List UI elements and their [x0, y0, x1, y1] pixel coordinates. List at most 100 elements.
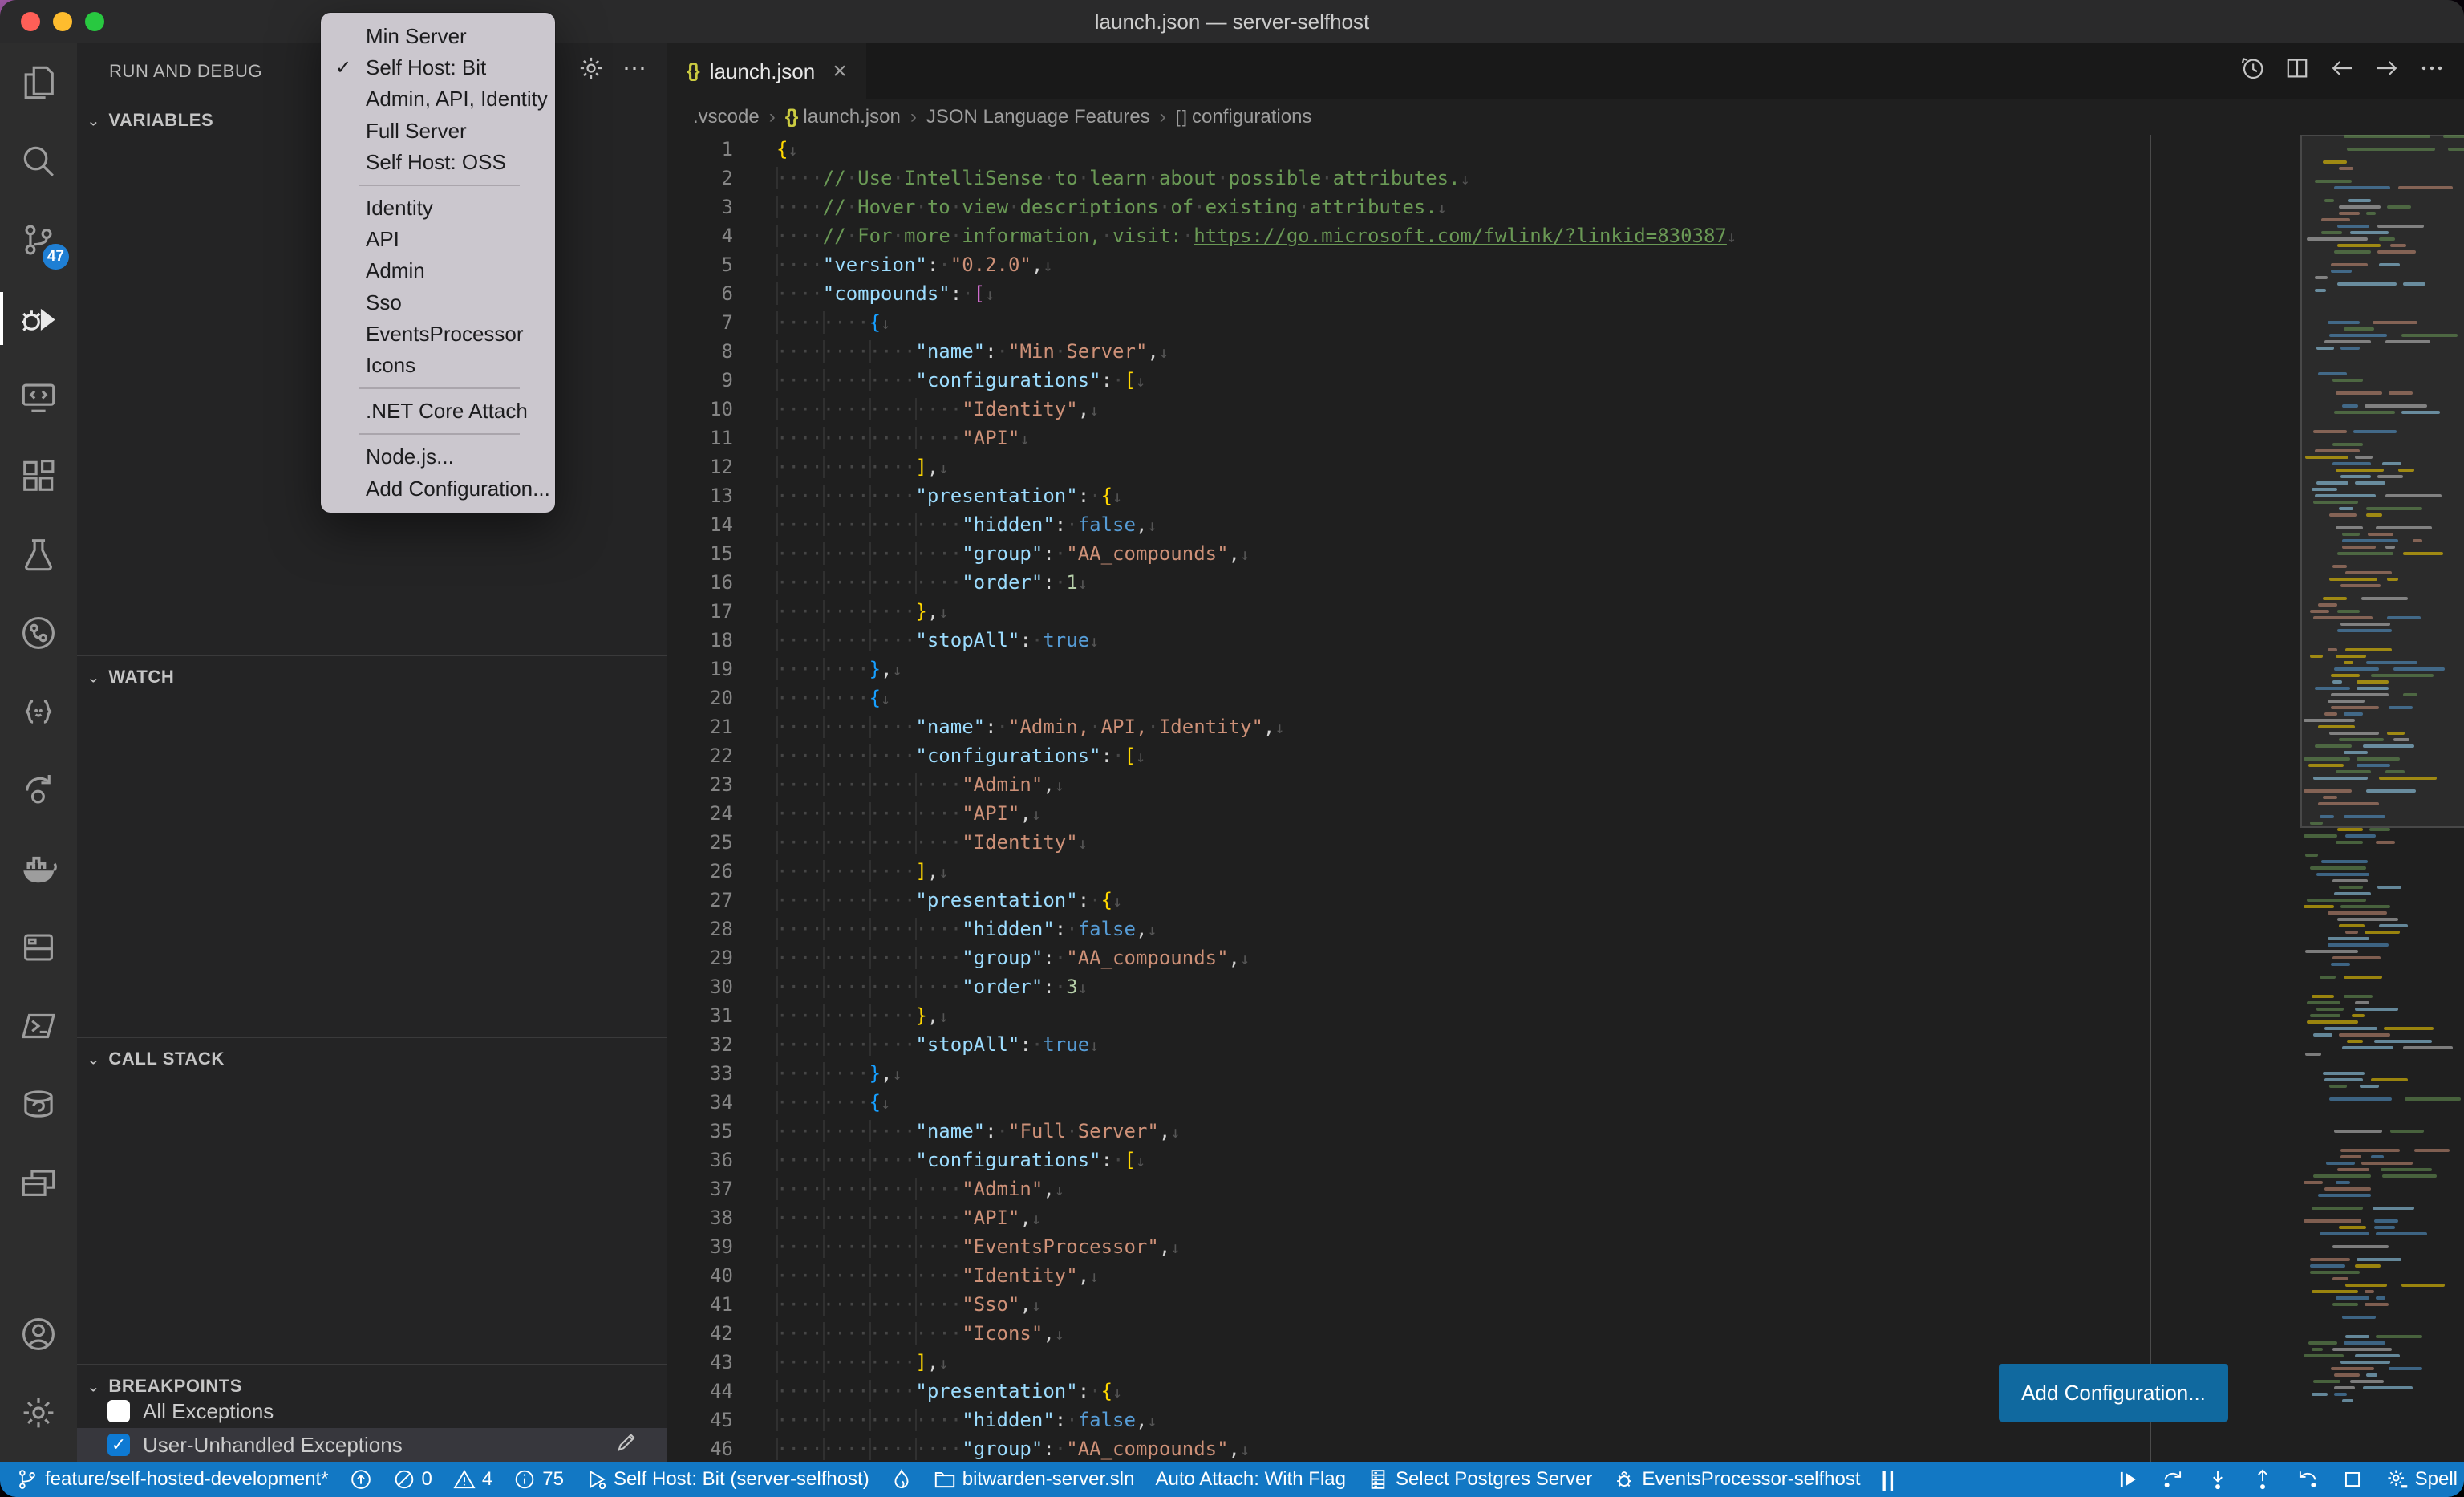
menu-item-admin-api-identity[interactable]: Admin, API, Identity	[321, 83, 555, 115]
menu-item-node-js-[interactable]: Node.js...	[321, 441, 555, 473]
sidebar-more-actions[interactable]: ⋯	[622, 55, 648, 83]
code-line[interactable]: 38················"API",↓	[667, 1203, 2294, 1232]
minimap[interactable]	[2300, 135, 2464, 1462]
code-line[interactable]: 39················"EventsProcessor",↓	[667, 1232, 2294, 1261]
menu-item-sso[interactable]: Sso	[321, 287, 555, 318]
activity-bar-item-copilot[interactable]	[0, 672, 77, 751]
maximize-window-button[interactable]	[85, 12, 104, 31]
menu-item-eventsprocessor[interactable]: EventsProcessor	[321, 318, 555, 350]
code-line[interactable]: 46················"group":·"AA_compounds…	[667, 1434, 2294, 1462]
activity-bar-item-explorer[interactable]	[0, 43, 77, 122]
menu-item-self-host-oss[interactable]: Self Host: OSS	[321, 147, 555, 178]
menu-item-full-server[interactable]: Full Server	[321, 116, 555, 147]
activity-bar-item-settings[interactable]	[0, 1373, 77, 1452]
code-line[interactable]: 17············},↓	[667, 597, 2294, 626]
breadcrumb-item[interactable]: [ ]configurations	[1176, 106, 1312, 128]
nav-back-button[interactable]	[2329, 55, 2355, 87]
code-line[interactable]: 26············],↓	[667, 857, 2294, 886]
code-line[interactable]: 37················"Admin",↓	[667, 1174, 2294, 1203]
activity-bar-item-dev-container[interactable]	[0, 908, 77, 987]
breakpoint-checkbox[interactable]: ✓	[107, 1434, 130, 1456]
menu-item-icons[interactable]: Icons	[321, 350, 555, 381]
nav-forward-button[interactable]	[2374, 55, 2400, 87]
activity-bar-item-live-share[interactable]	[0, 751, 77, 830]
status-item-step-over[interactable]	[2162, 1468, 2184, 1491]
status-item-step-into[interactable]	[2207, 1468, 2229, 1491]
debug-settings-gear-icon[interactable]	[578, 55, 605, 88]
status-item-publish[interactable]	[350, 1468, 372, 1491]
code-line[interactable]: 22············"configurations":·[↓	[667, 741, 2294, 770]
status-item-75[interactable]: 75	[513, 1468, 564, 1491]
activity-bar-item-search[interactable]	[0, 122, 77, 201]
activity-bar-item-powershell[interactable]	[0, 987, 77, 1065]
menu-item-min-server[interactable]: Min Server	[321, 21, 555, 52]
menu-item-admin[interactable]: Admin	[321, 255, 555, 286]
status-item-auto-attach-with-flag[interactable]: Auto Attach: With Flag	[1155, 1468, 1345, 1491]
code-line[interactable]: 7········{↓	[667, 308, 2294, 337]
code-line[interactable]: 15················"group":·"AA_compounds…	[667, 539, 2294, 568]
section-header-watch[interactable]: ⌄WATCH	[77, 659, 667, 695]
breadcrumb-item[interactable]: .vscode	[693, 106, 760, 128]
menu-item-identity[interactable]: Identity	[321, 193, 555, 224]
activity-bar-item-source-control[interactable]: 47	[0, 201, 77, 279]
menu-item-api[interactable]: API	[321, 224, 555, 255]
code-line[interactable]: 20········{↓	[667, 684, 2294, 712]
code-line[interactable]: 24················"API",↓	[667, 799, 2294, 828]
code-line[interactable]: 12············],↓	[667, 452, 2294, 481]
status-item-4[interactable]: 4	[453, 1468, 492, 1491]
activity-bar-item-testing[interactable]	[0, 515, 77, 594]
status-item-spell[interactable]: Spell	[2386, 1468, 2458, 1491]
code-line[interactable]: 11················"API"↓	[667, 424, 2294, 452]
code-line[interactable]: 33········},↓	[667, 1059, 2294, 1088]
activity-bar-item-git-graph[interactable]	[0, 594, 77, 672]
status-item-feature-self-hosted-development[interactable]: feature/self-hosted-development*	[16, 1468, 329, 1491]
status-item-debug-continue[interactable]	[2117, 1468, 2139, 1491]
close-tab-icon[interactable]: ×	[833, 58, 847, 85]
code-line[interactable]: 19········},↓	[667, 655, 2294, 684]
activity-bar-item-postgresql[interactable]	[0, 1065, 77, 1144]
code-line[interactable]: 4····//·For·more·information,·visit:·htt…	[667, 221, 2294, 250]
code-line[interactable]: 14················"hidden":·false,↓	[667, 510, 2294, 539]
code-line[interactable]: 36············"configurations":·[↓	[667, 1146, 2294, 1174]
status-item-restart[interactable]	[2296, 1468, 2319, 1491]
code-area[interactable]: 1{↓2····//·Use·IntelliSense·to·learn·abo…	[667, 135, 2294, 1462]
code-line[interactable]: 1{↓	[667, 135, 2294, 164]
code-line[interactable]: 25················"Identity"↓	[667, 828, 2294, 857]
activity-bar-item-remote-explorer[interactable]	[0, 358, 77, 436]
activity-bar-item-accounts[interactable]	[0, 1295, 77, 1373]
status-item-flame[interactable]	[890, 1468, 913, 1491]
breadcrumb-item[interactable]: JSON Language Features	[926, 106, 1150, 128]
minimize-window-button[interactable]	[53, 12, 72, 31]
status-item-step-out[interactable]	[2251, 1468, 2274, 1491]
status-item-eventsprocessor-selfhost[interactable]: EventsProcessor-selfhost	[1613, 1468, 1860, 1491]
code-line[interactable]: 40················"Identity",↓	[667, 1261, 2294, 1290]
code-line[interactable]: 31············},↓	[667, 1001, 2294, 1030]
code-line[interactable]: 28················"hidden":·false,↓	[667, 915, 2294, 943]
history-button[interactable]	[2239, 55, 2265, 87]
code-line[interactable]: 8············"name":·"Min·Server",↓	[667, 337, 2294, 366]
more-actions-button[interactable]	[2419, 55, 2445, 87]
code-line[interactable]: 35············"name":·"Full·Server",↓	[667, 1117, 2294, 1146]
breakpoint-row[interactable]: All Exceptions	[77, 1394, 667, 1428]
menu-item-self-host-bit[interactable]: ✓Self Host: Bit	[321, 52, 555, 83]
section-header-call-stack[interactable]: ⌄CALL STACK	[77, 1041, 667, 1077]
breakpoint-checkbox[interactable]	[107, 1400, 130, 1422]
edit-breakpoint-pencil-icon[interactable]	[614, 1430, 638, 1460]
status-item-self-host-bit-server-selfhost[interactable]: Self Host: Bit (server-selfhost)	[585, 1468, 869, 1491]
code-line[interactable]: 6····"compounds":·[↓	[667, 279, 2294, 308]
status-item-stop[interactable]	[2341, 1468, 2364, 1491]
activity-bar-item-run-and-debug[interactable]	[0, 279, 77, 358]
activity-bar-item-window-layers[interactable]	[0, 1144, 77, 1223]
status-item-bitwarden-server-sln[interactable]: bitwarden-server.sln	[934, 1468, 1135, 1491]
tab-launch-json[interactable]: {} launch.json ×	[667, 43, 866, 99]
activity-bar-item-docker[interactable]	[0, 830, 77, 908]
close-window-button[interactable]	[21, 12, 40, 31]
code-line[interactable]: 5····"version":·"0.2.0",↓	[667, 250, 2294, 279]
code-line[interactable]: 3····//·Hover·to·view·descriptions·of·ex…	[667, 193, 2294, 221]
menu-item--net-core-attach[interactable]: .NET Core Attach	[321, 396, 555, 427]
status-item-pause[interactable]: ||	[1881, 1469, 1896, 1490]
code-line[interactable]: 10················"Identity",↓	[667, 395, 2294, 424]
add-configuration-button[interactable]: Add Configuration...	[1999, 1364, 2228, 1422]
code-line[interactable]: 34········{↓	[667, 1088, 2294, 1117]
code-line[interactable]: 23················"Admin",↓	[667, 770, 2294, 799]
